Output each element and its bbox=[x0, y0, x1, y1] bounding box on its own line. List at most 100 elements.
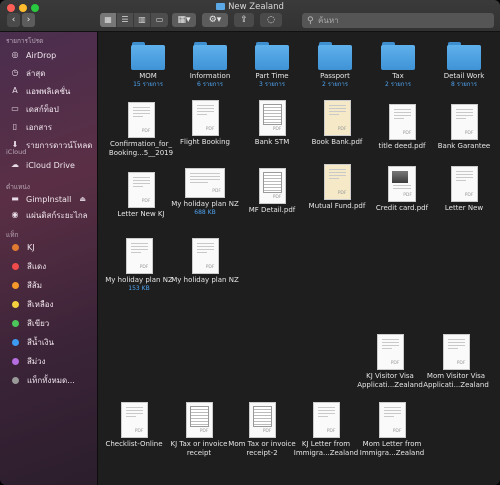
pdf-type-label: PDF bbox=[272, 195, 282, 200]
sidebar-tag-item[interactable]: KJ bbox=[10, 240, 35, 254]
file-name-label: Book Bank.pdf bbox=[311, 138, 363, 146]
file-name-label: Bank Garantee bbox=[437, 142, 491, 150]
sidebar-tag-label: สีม่วง bbox=[27, 356, 46, 366]
gallery-view-button[interactable]: ▭ bbox=[151, 13, 168, 27]
file-name-label: Confirmation_for_ Booking...5__2019 bbox=[108, 140, 174, 157]
file-item[interactable]: PDF My holiday plan NZ 153 KB bbox=[103, 238, 175, 292]
file-item[interactable]: PDF Mom Tax or invoice receipt-2 bbox=[226, 402, 298, 458]
file-item[interactable]: PDF My holiday plan NZ bbox=[169, 238, 241, 285]
pdf-document-icon: PDF bbox=[323, 100, 351, 136]
sidebar-tag-item[interactable]: สีม่วง bbox=[10, 354, 46, 368]
sidebar-tag-item[interactable]: สีน้ำเงิน bbox=[10, 335, 54, 349]
sidebar-tag-item[interactable]: สีเหลือง bbox=[10, 297, 54, 311]
back-button[interactable]: ‹ bbox=[7, 13, 20, 27]
sidebar-item-recents[interactable]: ◷ ล่าสุด bbox=[10, 66, 46, 80]
pdf-document-icon: PDF bbox=[125, 238, 153, 274]
disk-icon: ▬ bbox=[11, 194, 19, 203]
tags-button[interactable]: ◌ bbox=[260, 13, 282, 27]
sidebar-tag-label: สีเหลือง bbox=[27, 299, 54, 309]
file-item[interactable]: PDF Mom Visitor Visa Applicati...Zealand bbox=[420, 334, 492, 390]
sidebar-tag-label: สีแดง bbox=[27, 261, 47, 271]
documents-icon: ▯ bbox=[12, 122, 18, 131]
view-mode-control: ▦ ☰ ▥ ▭ bbox=[100, 13, 168, 27]
file-item[interactable]: PDF Checklist-Online bbox=[98, 402, 170, 449]
file-item[interactable]: PDF Book Bank.pdf bbox=[301, 100, 373, 147]
file-name-label: Tax bbox=[392, 72, 404, 80]
window-title: New Zealand bbox=[0, 2, 500, 12]
sidebar-item-airdrop[interactable]: ◎ AirDrop bbox=[10, 48, 57, 62]
pdf-type-label: PDF bbox=[272, 127, 282, 132]
file-name-label: Checklist-Online bbox=[105, 440, 163, 448]
file-item[interactable]: PDF KJ Letter from Immigra...Zealand bbox=[290, 402, 362, 458]
pdf-type-label: PDF bbox=[205, 265, 215, 270]
sidebar-item-desktop[interactable]: ▭ เดสก์ท็อป bbox=[10, 102, 59, 116]
file-item[interactable]: PDF Bank Garantee bbox=[428, 104, 500, 151]
folder-item[interactable]: Detail Work 8 รายการ bbox=[428, 42, 500, 88]
file-name-label: Mutual Fund.pdf bbox=[308, 202, 366, 210]
search-input[interactable]: ⚲ ค้นหา bbox=[302, 13, 494, 28]
pdf-type-label: PDF bbox=[141, 199, 151, 204]
pdf-document-icon: PDF bbox=[127, 102, 155, 138]
favorites-header: รายการโปรด bbox=[6, 37, 44, 45]
sidebar-item-label: เดสก์ท็อป bbox=[26, 104, 59, 114]
tag-color-dot-icon bbox=[12, 243, 19, 251]
group-by-button[interactable]: ▦▾ bbox=[172, 13, 196, 27]
file-name-label: My holiday plan NZ bbox=[171, 276, 239, 284]
pdf-document-icon: PDF bbox=[388, 166, 416, 202]
sidebar-item-remote-disc[interactable]: ◉ แผ่นดิสก์ระยะไกล bbox=[10, 208, 88, 222]
sidebar-tag-item[interactable]: สีแดง bbox=[10, 259, 46, 273]
file-item[interactable]: PDF MF Detail.pdf bbox=[236, 168, 308, 215]
file-name-label: MF Detail.pdf bbox=[248, 206, 296, 214]
file-name-label: Letter New bbox=[444, 204, 484, 212]
tag-color-dot-icon bbox=[12, 300, 19, 308]
forward-button[interactable]: › bbox=[22, 13, 35, 27]
sidebar-item-documents[interactable]: ▯ เอกสาร bbox=[10, 120, 52, 134]
search-placeholder: ค้นหา bbox=[318, 16, 339, 25]
folder-item[interactable]: Passport 2 รายการ bbox=[299, 42, 371, 88]
pdf-document-icon: PDF bbox=[450, 166, 478, 202]
file-name-label: KJ Letter from Immigra...Zealand bbox=[293, 440, 359, 457]
tag-color-dot-icon bbox=[12, 281, 19, 289]
file-item[interactable]: PDF Letter New bbox=[428, 166, 500, 213]
file-item[interactable]: PDF KJ Tax or invoice receipt bbox=[163, 402, 235, 458]
tag-color-dot-icon bbox=[12, 262, 19, 270]
file-item[interactable]: PDF Mutual Fund.pdf bbox=[301, 164, 373, 211]
applications-icon: A bbox=[12, 86, 18, 95]
folder-icon bbox=[131, 42, 165, 70]
icon-view-button[interactable]: ▦ bbox=[100, 13, 117, 27]
pdf-type-label: PDF bbox=[212, 189, 221, 194]
sidebar-item-applications[interactable]: A แอพพลิเคชั่น bbox=[10, 84, 70, 98]
tags-header: แท็ก bbox=[6, 231, 19, 239]
sidebar-item-label: แอพพลิเคชั่น bbox=[26, 86, 71, 96]
file-name-label: Passport bbox=[320, 72, 350, 80]
file-item[interactable]: PDF Flight Booking bbox=[169, 100, 241, 147]
sidebar-tag-label: สีส้ม bbox=[27, 280, 43, 290]
sidebar-tag-item[interactable]: สีเขียว bbox=[10, 316, 49, 330]
action-gear-button[interactable]: ⚙▾ bbox=[202, 13, 228, 27]
file-item[interactable]: PDF KJ Visitor Visa Applicati...Zealand bbox=[354, 334, 426, 390]
sidebar-item-label: GimpInstall bbox=[26, 194, 72, 204]
folder-icon bbox=[193, 42, 227, 70]
share-button[interactable]: ⇪ bbox=[234, 13, 254, 27]
file-name-label: KJ Tax or invoice receipt bbox=[170, 440, 228, 457]
file-item[interactable]: PDF My holiday plan NZ 688 KB bbox=[169, 168, 241, 216]
file-item[interactable]: PDF Bank STM bbox=[236, 100, 308, 147]
file-name-label: Mom Letter from Immigra...Zealand bbox=[359, 440, 425, 457]
list-view-button[interactable]: ☰ bbox=[117, 13, 134, 27]
folder-item[interactable]: Tax 2 รายการ bbox=[362, 42, 434, 88]
file-info-label: 8 รายการ bbox=[450, 81, 478, 88]
file-item[interactable]: PDF Mom Letter from Immigra...Zealand bbox=[356, 402, 428, 458]
pdf-document-icon: PDF bbox=[185, 402, 213, 438]
sidebar-item-icloud-drive[interactable]: ☁ iCloud Drive bbox=[10, 158, 75, 172]
sidebar-tag-item[interactable]: สีส้ม bbox=[10, 278, 42, 292]
file-item[interactable]: PDF Confirmation_for_ Booking...5__2019 bbox=[105, 102, 177, 158]
file-item[interactable]: PDF Letter New KJ bbox=[105, 172, 177, 219]
pdf-type-label: PDF bbox=[390, 361, 400, 366]
eject-icon[interactable]: ⏏ bbox=[79, 195, 86, 203]
sidebar-tag-item[interactable]: แท็กทั้งหมด... bbox=[10, 373, 75, 387]
column-view-button[interactable]: ▥ bbox=[134, 13, 151, 27]
folder-item[interactable]: Part Time 3 รายการ bbox=[236, 42, 308, 88]
sidebar-item-gimpinstall[interactable]: ▬ GimpInstall ⏏ bbox=[10, 192, 92, 206]
folder-icon bbox=[447, 42, 481, 70]
pdf-document-icon: PDF bbox=[127, 172, 155, 208]
